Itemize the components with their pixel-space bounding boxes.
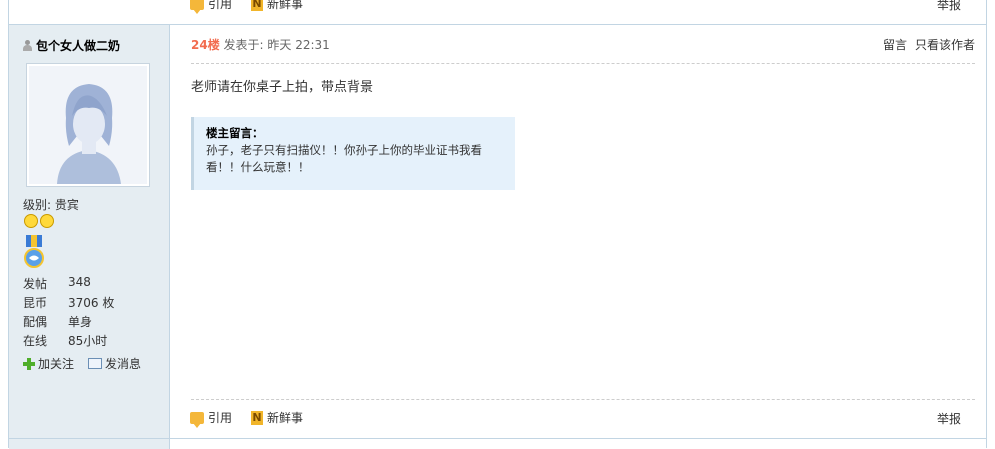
stat-row: 在线 85小时 — [23, 332, 114, 351]
prev-fresh-label: 新鲜事 — [267, 0, 304, 11]
stat-value: 单身 — [68, 315, 93, 329]
user-actions: 加关注 发消息 — [23, 355, 141, 372]
prev-report-link[interactable]: 举报 — [937, 0, 961, 13]
follow-label: 加关注 — [38, 357, 75, 371]
stat-row: 配偶 单身 — [23, 313, 114, 332]
posted-time: 昨天 22:31 — [267, 38, 330, 52]
floor-number[interactable]: 24楼 — [191, 38, 220, 52]
owner-note: 楼主留言： 孙子，老子只有扫描仪！！你孙子上你的毕业证书我看看！！什么玩意！！ — [191, 117, 515, 190]
smiley-icon — [40, 214, 54, 228]
fresh-button[interactable]: N 新鲜事 — [251, 409, 303, 426]
post-body: 老师请在你桌子上拍，带点背景 — [191, 80, 374, 95]
stat-row: 昆币 3706 枚 — [23, 294, 114, 313]
send-message-button[interactable]: 发消息 — [88, 355, 141, 372]
post-header: 24楼 发表于: 昨天 22:31 留言 只看该作者 — [191, 36, 975, 64]
comment-link[interactable]: 留言 — [883, 36, 907, 53]
report-link[interactable]: 举报 — [937, 410, 961, 427]
avatar[interactable] — [26, 63, 150, 187]
prev-quote-button[interactable]: 引用 — [190, 0, 233, 14]
stat-value: 3706 枚 — [68, 296, 115, 310]
medal-icon — [24, 235, 44, 268]
quote-icon — [190, 411, 204, 428]
user-level: 级别: 贵宾 — [23, 196, 79, 213]
envelope-icon — [88, 358, 103, 369]
stat-label: 发帖 — [23, 277, 48, 291]
username-text: 包个女人做二奶 — [36, 39, 121, 53]
level-stars — [24, 214, 54, 228]
user-sidebar: 包个女人做二奶 级别: 贵宾 发帖 348 昆币 3706 枚 配偶 单身 在线… — [9, 25, 170, 438]
news-icon: N — [251, 410, 263, 425]
level-value: 贵宾 — [54, 198, 79, 212]
post-frame: 引用 N 新鲜事 举报 包个女人做二奶 级别: 贵宾 发帖 348 昆币 370… — [8, 0, 987, 449]
divider — [191, 399, 975, 400]
posted-prefix: 发表于: — [223, 38, 264, 52]
stat-label: 配偶 — [23, 315, 48, 329]
previous-post-actions: 引用 N 新鲜事 举报 — [9, 0, 986, 25]
stat-label: 昆币 — [23, 296, 48, 310]
prev-quote-label: 引用 — [208, 0, 233, 11]
stat-value: 348 — [68, 275, 91, 289]
only-author-link[interactable]: 只看该作者 — [915, 36, 975, 53]
stat-value: 85小时 — [68, 334, 108, 348]
quote-button[interactable]: 引用 — [190, 409, 233, 428]
post-header-links: 留言 只看该作者 — [883, 36, 975, 53]
smiley-icon — [24, 214, 38, 228]
note-title: 楼主留言： — [206, 126, 264, 140]
username[interactable]: 包个女人做二奶 — [23, 37, 120, 54]
plus-icon — [23, 357, 35, 370]
news-icon: N — [251, 0, 263, 11]
next-post-top — [9, 438, 986, 449]
stat-label: 在线 — [23, 334, 48, 348]
prev-fresh-button[interactable]: N 新鲜事 — [251, 0, 303, 12]
avatar-image — [29, 66, 147, 184]
user-icon — [23, 40, 32, 51]
stat-row: 发帖 348 — [23, 275, 114, 294]
send-message-label: 发消息 — [105, 357, 142, 371]
fresh-label: 新鲜事 — [267, 411, 304, 425]
user-stats: 发帖 348 昆币 3706 枚 配偶 单身 在线 85小时 — [23, 275, 114, 351]
post-content: 24楼 发表于: 昨天 22:31 留言 只看该作者 老师请在你桌子上拍，带点背… — [170, 25, 986, 438]
quote-label: 引用 — [208, 411, 233, 425]
note-text: 孙子，老子只有扫描仪！！你孙子上你的毕业证书我看看！！什么玩意！！ — [206, 143, 482, 174]
level-label: 级别: — [23, 198, 52, 212]
follow-button[interactable]: 加关注 — [23, 355, 74, 372]
quote-icon — [190, 0, 204, 14]
